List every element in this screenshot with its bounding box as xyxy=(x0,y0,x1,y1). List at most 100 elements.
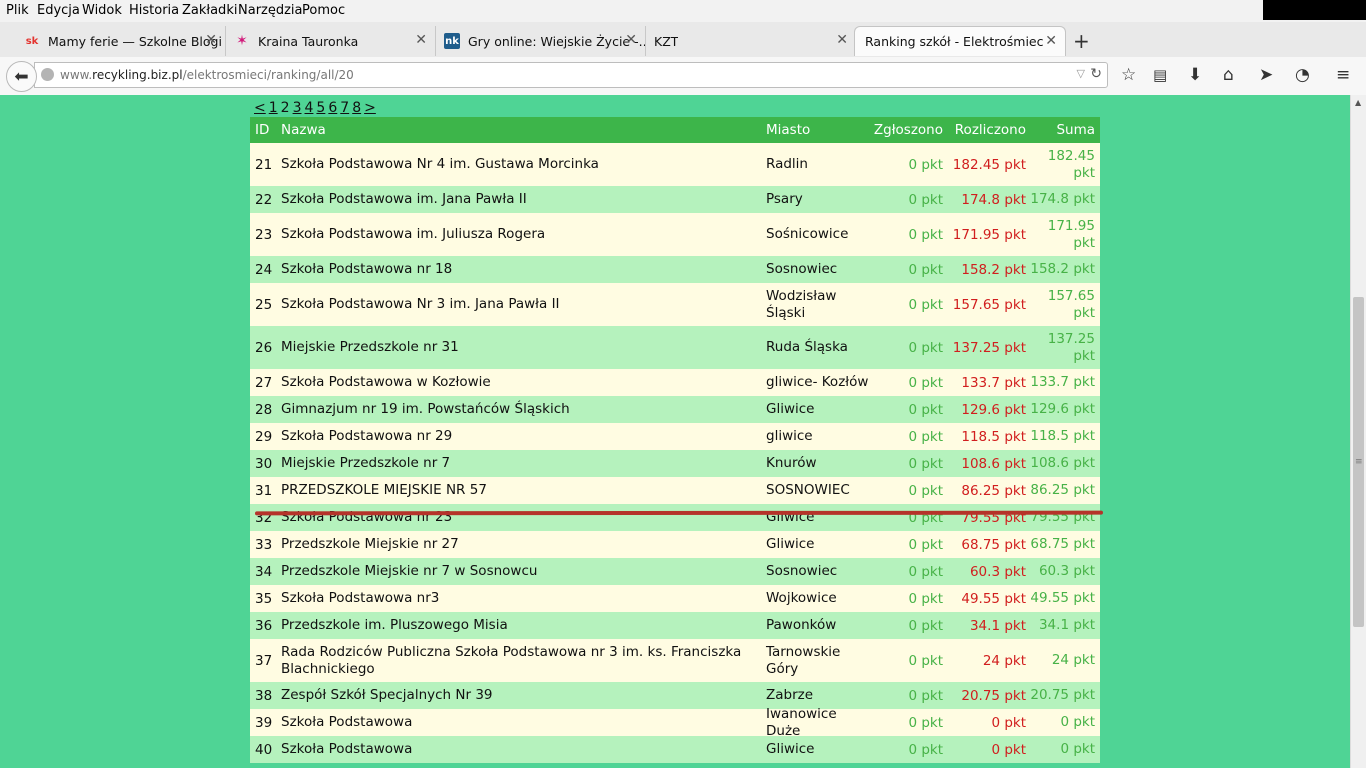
cell-name: Szkoła Podstawowa im. Juliusza Rogera xyxy=(281,226,546,242)
table-row: 27 Szkoła Podstawowa w Kozłowie gliwice- K… xyxy=(250,369,1100,396)
close-tab-icon[interactable]: ✕ xyxy=(1045,33,1057,49)
table-row: 21 Szkoła Podstawowa Nr 4 im. Gustawa Mor… xyxy=(250,143,1100,186)
close-tab-icon[interactable]: ✕ xyxy=(836,32,848,48)
table-row: 26 Miejskie Przedszkole nr 31 Ruda Śląska 0… xyxy=(250,326,1100,369)
history-clock-icon[interactable]: ◔ xyxy=(1295,65,1310,85)
cell-reported: 0 pkt xyxy=(908,455,943,472)
cell-name: Szkoła Podstawowa nr 29 xyxy=(281,428,453,444)
reload-icon[interactable]: ↻ xyxy=(1090,66,1102,82)
cell-sum: 118.5 pkt xyxy=(1030,428,1095,444)
cell-settled: 137.25 pkt xyxy=(952,339,1026,356)
table-row: 39 Szkoła Podstawowa Iwanowice Duże 0 pkt 0 … xyxy=(250,706,1100,739)
page-link-7[interactable]: 7 xyxy=(340,100,349,116)
cell-settled: 129.6 pkt xyxy=(961,401,1026,418)
cell-reported: 0 pkt xyxy=(908,714,943,731)
cell-name: Szkoła Podstawowa nr3 xyxy=(281,590,440,606)
table-row: 36 Przedszkole im. Pluszowego Misia Pawonk… xyxy=(250,612,1100,639)
page-link-5[interactable]: 5 xyxy=(316,100,325,116)
tab-szkolne-blogi[interactable]: sk Mamy ferie — Szkolne Blogi ✕ xyxy=(20,26,226,56)
cell-reported: 0 pkt xyxy=(908,191,943,208)
page-next-link[interactable]: > xyxy=(364,100,376,116)
table-row: 32 Szkoła Podstawowa nr 23 Gliwice 0 pkt 79.… xyxy=(250,504,1100,531)
menu-bookmarks[interactable]: Zakładki xyxy=(182,3,237,18)
back-button[interactable]: ⬅ xyxy=(6,61,37,92)
cell-id: 31 xyxy=(255,482,273,499)
table-row: 23 Szkoła Podstawowa im. Juliusza Rogera S… xyxy=(250,213,1100,256)
table-row: 25 Szkoła Podstawowa Nr 3 im. Jana Pawła … xyxy=(250,283,1100,326)
cell-id: 34 xyxy=(255,563,273,580)
cell-city: Sośnicowice xyxy=(766,226,849,242)
close-tab-icon[interactable]: ✕ xyxy=(205,32,217,48)
table-row: 33 Przedszkole Miejskie nr 27 Gliwice 0 pkt… xyxy=(250,531,1100,558)
cell-settled: 20.75 pkt xyxy=(961,687,1026,704)
cell-city: Gliwice xyxy=(766,536,815,552)
tab-ranking-szkol[interactable]: Ranking szkół - Elektrośmieci o... ✕ xyxy=(854,26,1066,56)
menu-tools[interactable]: Narzędzia xyxy=(238,3,303,18)
url-bar[interactable]: www.recykling.biz.pl/elektrosmieci/ranki… xyxy=(34,62,1108,88)
cell-settled: 174.8 pkt xyxy=(961,191,1026,208)
cell-reported: 0 pkt xyxy=(908,617,943,634)
reading-list-icon[interactable]: ▤ xyxy=(1153,66,1167,84)
cell-name: Zespół Szkół Specjalnych Nr 39 xyxy=(281,687,493,703)
menu-help[interactable]: Pomoc xyxy=(302,3,345,18)
cell-name: Miejskie Przedszkole nr 7 xyxy=(281,455,451,471)
send-icon[interactable]: ➤ xyxy=(1259,65,1273,85)
cell-city: Wojkowice xyxy=(766,590,837,606)
redacted-area xyxy=(1263,0,1366,20)
cell-id: 21 xyxy=(255,156,273,173)
page-link-8[interactable]: 8 xyxy=(352,100,361,116)
home-icon[interactable]: ⌂ xyxy=(1223,65,1234,85)
tab-title: Mamy ferie — Szkolne Blogi xyxy=(48,33,222,49)
bookmark-star-icon[interactable]: ☆ xyxy=(1121,65,1136,85)
cell-city: Zabrze xyxy=(766,687,814,703)
cell-settled: 60.3 pkt xyxy=(969,563,1026,580)
cell-city: gliwice xyxy=(766,428,813,444)
menu-view[interactable]: Widok xyxy=(82,3,122,18)
cell-name: Szkoła Podstawowa w Kozłowie xyxy=(281,374,491,390)
new-tab-icon[interactable]: + xyxy=(1073,29,1090,53)
annotation-underline xyxy=(254,510,1104,516)
hamburger-menu-icon[interactable]: ≡ xyxy=(1336,65,1350,85)
downloads-icon[interactable]: ⬇ xyxy=(1188,65,1202,85)
cell-sum: 0 pkt xyxy=(1060,714,1095,730)
tab-kraina-tauronka[interactable]: ✶ Kraina Tauronka ✕ xyxy=(226,26,436,56)
vertical-scrollbar[interactable]: ▲ ≡ xyxy=(1350,95,1366,768)
cell-settled: 157.65 pkt xyxy=(952,296,1026,313)
page-link-6[interactable]: 6 xyxy=(328,100,337,116)
cell-city: Gliwice xyxy=(766,401,815,417)
cell-reported: 0 pkt xyxy=(908,296,943,313)
menu-file[interactable]: Plik xyxy=(6,3,29,18)
cell-city: SOSNOWIEC xyxy=(766,482,850,498)
cell-settled: 133.7 pkt xyxy=(961,374,1026,391)
cell-sum: 108.6 pkt xyxy=(1030,455,1095,471)
tab-title: Kraina Tauronka xyxy=(258,33,359,49)
page-link-1[interactable]: 1 xyxy=(269,100,278,116)
menu-edit[interactable]: Edycja xyxy=(37,3,80,18)
url-dropdown-icon[interactable]: ▽ xyxy=(1077,67,1085,80)
header-name: Nazwa xyxy=(281,121,326,138)
cell-city: Tarnowskie Góry xyxy=(766,643,841,677)
page-link-4[interactable]: 4 xyxy=(305,100,314,116)
cell-sum: 60.3 pkt xyxy=(1038,563,1095,579)
header-city: Miasto xyxy=(766,121,811,138)
cell-settled: 34.1 pkt xyxy=(969,617,1026,634)
cell-city: Sosnowiec xyxy=(766,261,838,277)
page-current-2: 2 xyxy=(280,100,290,116)
cell-city: Psary xyxy=(766,191,803,207)
scroll-up-icon[interactable]: ▲ xyxy=(1355,98,1361,107)
nav-bar: www.recykling.biz.pl/elektrosmieci/ranki… xyxy=(0,57,1366,96)
cell-reported: 0 pkt xyxy=(908,482,943,499)
cell-city: gliwice- Kozłów xyxy=(766,374,869,390)
url-text: www.recykling.biz.pl/elektrosmieci/ranki… xyxy=(60,68,354,82)
tab-kzt[interactable]: KZT ✕ xyxy=(646,26,856,56)
table-row: 28 Gimnazjum nr 19 im. Powstańców Śląskic… xyxy=(250,396,1100,423)
page-prev-link[interactable]: < xyxy=(254,100,266,116)
tab-gry-online[interactable]: nk Gry online: Wiejskie Życie -... ✕ xyxy=(436,26,646,56)
close-tab-icon[interactable]: ✕ xyxy=(415,32,427,48)
cell-id: 26 xyxy=(255,339,273,356)
close-tab-icon[interactable]: ✕ xyxy=(625,32,637,48)
menu-history[interactable]: Historia xyxy=(129,3,179,18)
cell-settled: 86.25 pkt xyxy=(961,482,1026,499)
page-link-3[interactable]: 3 xyxy=(293,100,302,116)
table-row: 29 Szkoła Podstawowa nr 29 gliwice 0 pkt 118… xyxy=(250,423,1100,450)
